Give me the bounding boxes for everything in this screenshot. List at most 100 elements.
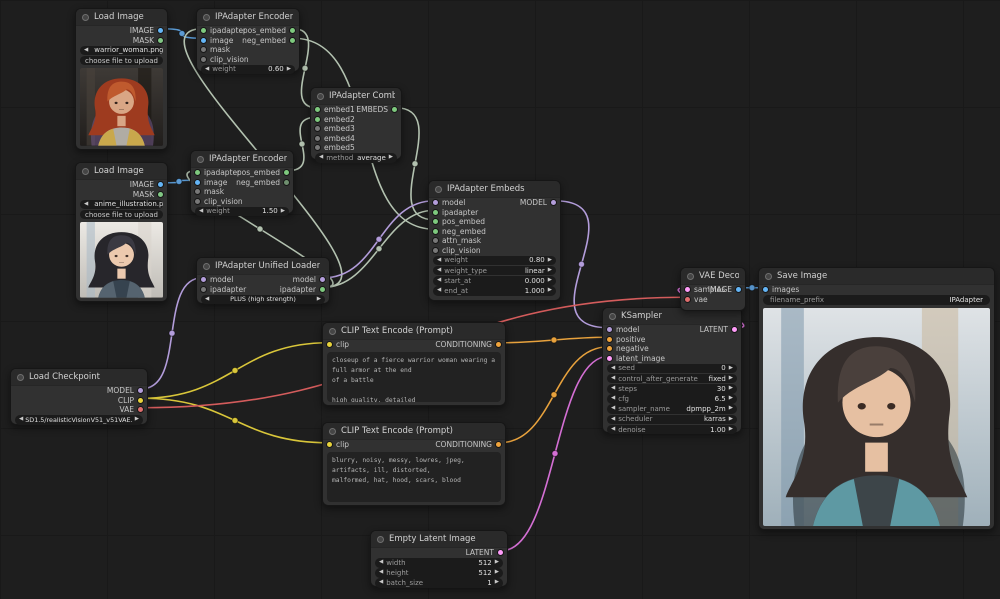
widget-weight_type[interactable]: ◀weight_typelinear▶	[433, 266, 556, 276]
increment-icon[interactable]: ▶	[548, 276, 552, 286]
increment-icon[interactable]: ▶	[281, 207, 285, 217]
increment-icon[interactable]: ▶	[729, 425, 733, 435]
output-slot-model[interactable]	[320, 277, 325, 282]
upload-button[interactable]: choose file to upload	[80, 56, 163, 66]
input-slot-images[interactable]	[763, 287, 768, 292]
increment-icon[interactable]: ▶	[548, 286, 552, 296]
output-slot-neg_embed[interactable]	[290, 38, 295, 43]
decrement-icon[interactable]: ◀	[437, 256, 441, 266]
collapse-icon[interactable]	[82, 14, 89, 21]
collapse-icon[interactable]	[377, 536, 384, 543]
output-slot-ipadapter[interactable]	[320, 287, 325, 292]
node-header-clip_text_encode_negative[interactable]: CLIP Text Encode (Prompt)	[323, 423, 505, 440]
node-header-ipadapter_unified_loader[interactable]: IPAdapter Unified Loader	[197, 258, 329, 275]
input-slot-attn_mask[interactable]	[433, 238, 438, 243]
node-header-load_image_1[interactable]: Load Image	[76, 9, 167, 26]
output-slot-pos_embed[interactable]	[284, 170, 289, 175]
decrement-icon[interactable]: ◀	[84, 46, 88, 56]
node-ipadapter_unified_loader[interactable]: IPAdapter Unified Loadermodelmodelipadap…	[196, 257, 330, 304]
widget-ckpt_name[interactable]: ◀SD1.5/realisticVisionV51_v51VAE.safeten…	[15, 415, 143, 425]
collapse-icon[interactable]	[329, 328, 336, 335]
increment-icon[interactable]: ▶	[729, 404, 733, 414]
decrement-icon[interactable]: ◀	[611, 394, 615, 404]
output-slot-IMAGE[interactable]	[158, 28, 163, 33]
widget-image[interactable]: ◀imageanime_illustration.png▶	[80, 200, 163, 210]
increment-icon[interactable]: ▶	[548, 256, 552, 266]
input-slot-model[interactable]	[201, 277, 206, 282]
decrement-icon[interactable]: ◀	[379, 578, 383, 588]
upload-button[interactable]: choose file to upload	[80, 210, 163, 220]
node-empty_latent_image[interactable]: Empty Latent ImageLATENT◀width512▶◀heigh…	[370, 530, 508, 587]
output-slot-EMBEDS[interactable]	[392, 107, 397, 112]
input-slot-neg_embed[interactable]	[433, 229, 438, 234]
widget-weight[interactable]: ◀weight0.60▶	[201, 65, 295, 75]
input-slot-embed4[interactable]	[315, 136, 320, 141]
input-slot-pos_embed[interactable]	[433, 219, 438, 224]
node-load_image_2[interactable]: Load ImageIMAGEMASK◀imageanime_illustrat…	[75, 162, 168, 302]
widget-denoise[interactable]: ◀denoise1.00▶	[607, 425, 737, 435]
decrement-icon[interactable]: ◀	[437, 276, 441, 286]
node-header-load_checkpoint[interactable]: Load Checkpoint	[11, 369, 147, 386]
node-vae_decode[interactable]: VAE DecodesamplesIMAGEvae	[680, 267, 746, 311]
output-slot-IMAGE[interactable]	[736, 287, 741, 292]
prev-option-icon[interactable]: ◀	[19, 415, 23, 425]
node-header-vae_decode[interactable]: VAE Decode	[681, 268, 745, 285]
node-graph-canvas[interactable]: Load ImageIMAGEMASK◀imagewarrior_woman.p…	[0, 0, 1000, 599]
decrement-icon[interactable]: ◀	[611, 384, 615, 394]
input-slot-ipadapter[interactable]	[195, 170, 200, 175]
decrement-icon[interactable]: ◀	[199, 207, 203, 217]
input-slot-embed3[interactable]	[315, 126, 320, 131]
decrement-icon[interactable]: ◀	[379, 558, 383, 568]
widget-image[interactable]: ◀imagewarrior_woman.png▶	[80, 46, 163, 56]
widget-weight[interactable]: ◀weight1.50▶	[195, 207, 289, 217]
widget-preset[interactable]: ◀PLUS (high strength)▶	[201, 295, 325, 305]
widget-weight[interactable]: ◀weight0.80▶	[433, 256, 556, 266]
widget-height[interactable]: ◀height512▶	[375, 568, 503, 578]
output-slot-CLIP[interactable]	[138, 398, 143, 403]
input-slot-vae[interactable]	[685, 297, 690, 302]
widget-cfg[interactable]: ◀cfg6.5▶	[607, 394, 737, 404]
node-load_image_1[interactable]: Load ImageIMAGEMASK◀imagewarrior_woman.p…	[75, 8, 168, 150]
increment-icon[interactable]: ▶	[495, 578, 499, 588]
output-slot-LATENT[interactable]	[498, 550, 503, 555]
input-slot-mask[interactable]	[195, 189, 200, 194]
collapse-icon[interactable]	[329, 428, 336, 435]
increment-icon[interactable]: ▶	[729, 374, 733, 384]
collapse-icon[interactable]	[317, 93, 324, 100]
input-slot-ipadapter[interactable]	[433, 210, 438, 215]
input-slot-clip_vision[interactable]	[201, 57, 206, 62]
output-slot-MODEL[interactable]	[551, 200, 556, 205]
decrement-icon[interactable]: ◀	[437, 286, 441, 296]
widget-steps[interactable]: ◀steps30▶	[607, 384, 737, 394]
output-slot-MODEL[interactable]	[138, 388, 143, 393]
widget-seed[interactable]: ◀seed0▶	[607, 364, 737, 374]
collapse-icon[interactable]	[17, 374, 24, 381]
node-clip_text_encode_negative[interactable]: CLIP Text Encode (Prompt)clipCONDITIONIN…	[322, 422, 506, 506]
widget-width[interactable]: ◀width512▶	[375, 558, 503, 568]
output-slot-CONDITIONING[interactable]	[496, 342, 501, 347]
node-header-ipadapter_embeds[interactable]: IPAdapter Embeds	[429, 181, 560, 198]
widget-start_at[interactable]: ◀start_at0.000▶	[433, 276, 556, 286]
prompt-textarea[interactable]: blurry, noisy, messy, lowres, jpeg, arti…	[327, 452, 501, 503]
widget-batch_size[interactable]: ◀batch_size1▶	[375, 578, 503, 588]
decrement-icon[interactable]: ◀	[319, 153, 323, 163]
input-slot-latent_image[interactable]	[607, 356, 612, 361]
input-slot-ipadapter[interactable]	[201, 28, 206, 33]
decrement-icon[interactable]: ◀	[379, 568, 383, 578]
prev-option-icon[interactable]: ◀	[205, 295, 209, 305]
increment-icon[interactable]: ▶	[287, 65, 291, 75]
collapse-icon[interactable]	[609, 313, 616, 320]
collapse-icon[interactable]	[435, 186, 442, 193]
node-ipadapter_combine_embeds[interactable]: IPAdapter Combine Embedsembed1EMBEDSembe…	[310, 87, 402, 160]
decrement-icon[interactable]: ◀	[611, 415, 615, 425]
node-load_checkpoint[interactable]: Load CheckpointMODELCLIPVAE◀SD1.5/realis…	[10, 368, 148, 425]
node-header-ipadapter_encoder_1[interactable]: IPAdapter Encoder	[197, 9, 299, 26]
node-ipadapter_encoder_2[interactable]: IPAdapter Encoderipadapterpos_embedimage…	[190, 150, 294, 214]
input-slot-embed1[interactable]	[315, 107, 320, 112]
input-slot-clip[interactable]	[327, 442, 332, 447]
input-slot-embed2[interactable]	[315, 117, 320, 122]
input-slot-clip_vision[interactable]	[433, 248, 438, 253]
output-slot-pos_embed[interactable]	[290, 28, 295, 33]
node-header-clip_text_encode_positive[interactable]: CLIP Text Encode (Prompt)	[323, 323, 505, 340]
input-slot-model[interactable]	[607, 327, 612, 332]
